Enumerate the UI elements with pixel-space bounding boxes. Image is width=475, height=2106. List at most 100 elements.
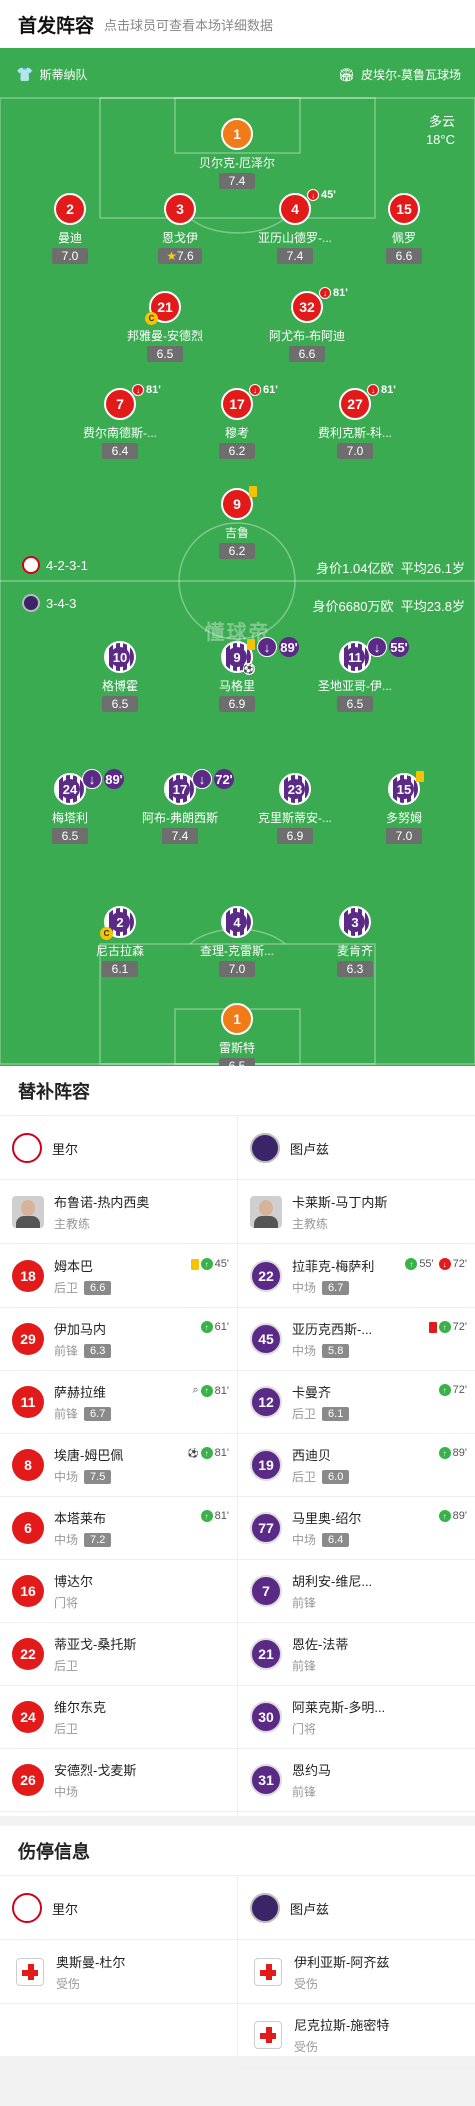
toulouse-logo-icon	[250, 1893, 280, 1923]
player-number-badge: 17 ↓ 72'	[164, 769, 234, 805]
sub-off-icon: ↓	[438, 1258, 451, 1270]
home-player[interactable]: 1 贝尔克-厄泽尔 7.4	[177, 118, 297, 190]
player-number-badge: 2C	[100, 906, 136, 940]
player-name: 马格里	[218, 679, 255, 693]
player-number-badge: 21	[250, 1638, 282, 1670]
player-number-badge: 30	[250, 1701, 282, 1733]
player-name: 亚历克西斯-...	[292, 1322, 373, 1337]
sub-player-row[interactable]: 16 博达尔 门将	[0, 1559, 237, 1623]
player-number-badge: 17 ↓ 61'	[221, 384, 278, 420]
player-rating: 7.4	[277, 248, 313, 264]
player-position: 中场	[292, 1344, 317, 1358]
sub-player-row[interactable]: 29 伊加马内 前锋 6.3 ↑ 61'	[0, 1307, 237, 1371]
player-number-badge: 8	[12, 1449, 44, 1481]
player-number-badge: 19	[250, 1449, 282, 1481]
sub-player-row[interactable]: 26 安德烈-戈麦斯 中场	[0, 1748, 237, 1812]
away-team-row: 图卢兹	[238, 1876, 475, 1940]
player-number-badge: 23	[279, 773, 311, 805]
star-icon: ★	[166, 249, 178, 263]
sub-event: ⌕ ↑ 81'	[192, 1384, 229, 1397]
away-value: 身价6680万欧 平均23.8岁	[312, 599, 465, 614]
away-player[interactable]: 2 C 尼古拉森 6.1	[60, 906, 180, 978]
player-position: 中场	[292, 1533, 317, 1547]
sub-player-row[interactable]: 18 姆本巴 后卫 6.6 ↑ 45'	[0, 1244, 237, 1308]
sub-player-row[interactable]: 30 阿莱克斯-多明... 门将	[238, 1685, 475, 1749]
sub-off-indicator: ↓ 55'	[367, 637, 409, 657]
sub-off-indicator: ↓ 61'	[249, 384, 278, 396]
away-player[interactable]: 4 查理-克雷斯... 7.0	[177, 906, 297, 978]
player-rating: 5.8	[322, 1343, 350, 1358]
player-name: 尼古拉森	[95, 944, 144, 958]
injured-player-row[interactable]: 伊利亚斯-阿齐兹 受伤	[238, 1940, 475, 2004]
sub-event: ⚽ ↑ 81'	[187, 1447, 229, 1459]
player-rating: ★7.6	[158, 248, 202, 264]
sub-player-row[interactable]: 31 恩约马 前锋	[238, 1748, 475, 1812]
sub-player-row[interactable]: 24 维尔东克 后卫	[0, 1685, 237, 1749]
away-player[interactable]: 17 ↓ 72' 阿布-弗朗西斯 7.4	[120, 769, 240, 845]
home-player[interactable]: 32 ↓ 81' 阿尤布-布阿迪 6.6	[247, 287, 367, 363]
player-rating: 6.5	[147, 346, 183, 362]
away-player[interactable]: 1 雷斯特 6.5	[177, 1003, 297, 1066]
away-coach-row[interactable]: 卡莱斯-马丁内斯 主教练	[238, 1180, 475, 1244]
sub-player-row[interactable]: 12 卡曼齐 后卫 6.1 ↑ 72'	[238, 1370, 475, 1434]
away-player[interactable]: 9 ⚽ ↓ 89' 马格里 6.9	[177, 637, 299, 713]
sub-player-row[interactable]: 45 亚历克西斯-... 中场 5.8 ↑ 72'	[238, 1307, 475, 1371]
player-rating: 6.2	[219, 543, 255, 559]
away-player[interactable]: 3 麦肯齐 6.3	[295, 906, 415, 978]
sub-player-row[interactable]: 22 拉菲克-梅萨利 中场 6.7 ↑ 55' ↓ 72'	[238, 1244, 475, 1308]
player-name: 本塔莱布	[54, 1511, 107, 1526]
player-rating: 6.5	[219, 1058, 255, 1066]
player-number-badge: 9	[221, 486, 257, 520]
away-player[interactable]: 15 多努姆 7.0	[344, 771, 464, 845]
home-player[interactable]: 3 恩戈伊 ★7.6	[120, 193, 240, 265]
captain-icon: C	[145, 312, 158, 325]
sub-event: ↑ 61'	[200, 1321, 229, 1333]
injury-status: 受伤	[294, 2040, 319, 2054]
injured-player-row[interactable]: 奥斯曼-杜尔 受伤	[0, 1940, 237, 2004]
home-player[interactable]: 9 吉鲁 6.2	[177, 486, 297, 560]
home-player[interactable]: 21 C 邦雅曼-安德烈 6.5	[105, 291, 225, 363]
away-player[interactable]: 23 克里斯蒂安-... 6.9	[235, 773, 355, 845]
home-value: 身价1.04亿欧 平均26.1岁	[316, 561, 465, 576]
injured-player-row[interactable]: 尼克拉斯-施密特 受伤	[238, 2003, 475, 2067]
player-rating: 7.0	[386, 828, 422, 844]
player-number-badge: 7 ↓ 81'	[104, 384, 161, 420]
home-coach-row[interactable]: 布鲁诺-热内西奥 主教练	[0, 1180, 237, 1244]
player-name: 亚历山德罗-...	[258, 231, 332, 245]
sub-player-row[interactable]: 7 胡利安-维尼... 前锋	[238, 1559, 475, 1623]
sub-player-row[interactable]: 19 西迪贝 后卫 6.0 ↑ 89'	[238, 1433, 475, 1497]
player-rating: 7.0	[52, 248, 88, 264]
sub-player-row[interactable]: 21 恩佐-法蒂 前锋	[238, 1622, 475, 1686]
lille-logo-icon	[22, 556, 40, 574]
sub-event: ↑ 72'	[438, 1384, 467, 1396]
player-name: 克里斯蒂安-...	[258, 811, 332, 825]
player-name: 阿莱克斯-多明...	[292, 1700, 386, 1715]
sub-off-indicator: ↓ 81'	[367, 384, 396, 396]
player-position: 中场	[54, 1785, 79, 1799]
sub-player-row[interactable]: 22 蒂亚戈-桑托斯 后卫	[0, 1622, 237, 1686]
home-player[interactable]: 17 ↓ 61' 穆考 6.2	[177, 384, 297, 460]
sub-player-row[interactable]: 8 埃唐-姆巴佩 中场 7.5 ⚽ ↑ 81'	[0, 1433, 237, 1497]
home-player[interactable]: 4 ↓ 45' 亚历山德罗-... 7.4	[235, 189, 355, 265]
home-player[interactable]: 15 佩罗 6.6	[344, 193, 464, 265]
player-position: 前锋	[54, 1407, 79, 1421]
player-name: 拉菲克-梅萨利	[292, 1259, 375, 1274]
home-player[interactable]: 7 ↓ 81' 费尔南德斯-... 6.4	[60, 384, 180, 460]
home-player[interactable]: 27 ↓ 81' 费利克斯-科... 7.0	[295, 384, 415, 460]
player-position: 前锋	[292, 1659, 317, 1673]
sub-off-indicator: ↓ 45'	[307, 189, 336, 201]
sub-player-row[interactable]: 6 本塔莱布 中场 7.2 ↑ 81'	[0, 1496, 237, 1560]
sub-player-row[interactable]: 77 马里奥-绍尔 中场 6.4 ↑ 89'	[238, 1496, 475, 1560]
player-name: 伊加马内	[54, 1322, 107, 1337]
away-player[interactable]: 11 ↓ 55' 圣地亚哥-伊... 6.5	[295, 637, 415, 713]
sub-on-icon: ↑	[405, 1258, 418, 1270]
home-player[interactable]: 2 曼迪 7.0	[10, 193, 130, 265]
player-rating: 6.6	[386, 248, 422, 264]
player-number-badge: 2	[54, 193, 86, 225]
player-name: 佩罗	[391, 231, 416, 245]
away-player[interactable]: 24 ↓ 89' 梅塔利 6.5	[10, 769, 130, 845]
away-player[interactable]: 10 格博霍 6.5	[60, 641, 180, 713]
player-number-badge: 24	[12, 1701, 44, 1733]
sub-player-row[interactable]: 11 萨赫拉维 前锋 6.7 ⌕ ↑ 81'	[0, 1370, 237, 1434]
sub-on-icon: ↑	[200, 1447, 213, 1459]
